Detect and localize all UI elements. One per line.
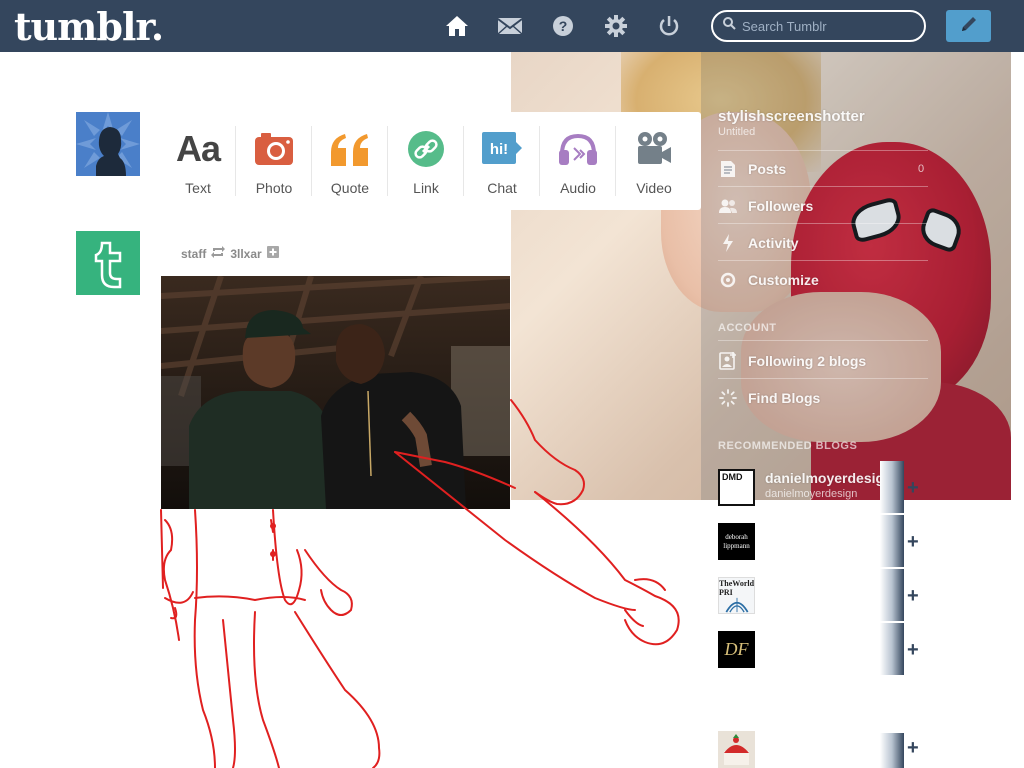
sidebar-item-activity[interactable]: Activity xyxy=(748,235,799,251)
post-type-label: Photo xyxy=(255,180,293,196)
search-input[interactable] xyxy=(742,18,912,34)
follow-blog-plus-icon[interactable]: + xyxy=(907,640,919,660)
sidebar-item-customize[interactable]: Customize xyxy=(748,272,819,288)
posts-count: 0 xyxy=(918,163,925,175)
followers-icon xyxy=(719,197,737,215)
customize-icon xyxy=(719,271,737,289)
camera-icon xyxy=(255,130,293,168)
blog-name-link[interactable]: stylishscreenshotter xyxy=(718,108,865,125)
tumblr-logo[interactable]: tumblr. xyxy=(14,4,164,49)
post-type-label: Video xyxy=(636,180,672,196)
post-type-label: Text xyxy=(185,180,211,196)
chat-bubble-icon: hi! xyxy=(482,130,522,168)
divider xyxy=(718,186,928,187)
post-author-link[interactable]: staff xyxy=(181,247,206,261)
recommended-blog-avatar[interactable] xyxy=(718,731,755,768)
post-type-composer: Aa Text Photo Quote Link hi! Chat Audio xyxy=(160,112,701,210)
post-type-label: Chat xyxy=(487,180,517,196)
help-icon[interactable]: ? xyxy=(549,12,577,40)
post-type-audio[interactable]: Audio xyxy=(540,112,616,210)
divider xyxy=(718,340,928,341)
divider xyxy=(718,150,928,151)
search-box[interactable] xyxy=(711,10,926,42)
divider xyxy=(718,223,928,224)
search-icon xyxy=(723,17,736,35)
plus-square-icon[interactable] xyxy=(266,246,279,261)
recommended-blog-avatar[interactable]: deborah lippmann xyxy=(718,523,755,560)
recommended-heading: RECOMMENDED BLOGS xyxy=(718,440,858,452)
quote-icon xyxy=(329,130,371,168)
find-blogs-icon xyxy=(719,389,737,407)
posts-icon xyxy=(719,160,737,178)
post-type-label: Link xyxy=(413,180,439,196)
recommended-blog-avatar[interactable]: DMD xyxy=(718,469,755,506)
sidebar-item-following[interactable]: Following 2 blogs xyxy=(748,353,866,369)
text-aa-icon: Aa xyxy=(175,128,221,169)
compose-post-button[interactable] xyxy=(946,10,991,42)
video-camera-icon xyxy=(636,130,672,168)
recommended-blog-fade xyxy=(880,623,904,675)
recommended-blog-fade xyxy=(880,569,904,621)
divider xyxy=(718,378,928,379)
pencil-icon xyxy=(959,14,979,39)
recommended-blog-fade xyxy=(880,515,904,567)
svg-text:hi!: hi! xyxy=(490,141,508,158)
post-type-chat[interactable]: hi! Chat xyxy=(464,112,540,210)
reblog-icon xyxy=(211,246,226,261)
follow-blog-plus-icon[interactable]: + xyxy=(907,478,919,498)
staff-avatar[interactable] xyxy=(76,231,140,295)
svg-text:?: ? xyxy=(559,18,568,34)
post-type-quote[interactable]: Quote xyxy=(312,112,388,210)
recommended-blog-fade xyxy=(880,461,904,513)
recommended-blog-avatar[interactable]: TheWorld PRI xyxy=(718,577,755,614)
following-icon xyxy=(719,352,737,370)
link-icon xyxy=(407,130,445,168)
headphones-icon xyxy=(558,130,598,168)
recommended-blog-url: danielmoyerdesign xyxy=(765,488,858,500)
follow-blog-plus-icon[interactable]: + xyxy=(907,532,919,552)
sidebar-item-posts[interactable]: Posts xyxy=(748,161,786,177)
settings-gear-icon[interactable] xyxy=(602,12,630,40)
post-type-video[interactable]: Video xyxy=(616,112,692,210)
account-heading: ACCOUNT xyxy=(718,322,777,334)
recommended-blog-fade xyxy=(880,733,904,768)
top-navigation-bar: tumblr. ? xyxy=(0,0,1024,52)
home-icon[interactable] xyxy=(443,12,471,40)
power-icon[interactable] xyxy=(655,12,683,40)
post-header: staff 3llxar xyxy=(181,246,279,261)
sidebar-item-find-blogs[interactable]: Find Blogs xyxy=(748,390,820,406)
red-doodle-drawing xyxy=(160,399,680,768)
recommended-blog-name[interactable]: danielmoyerdesign xyxy=(765,470,893,486)
mail-icon[interactable] xyxy=(496,12,524,40)
blog-subtitle: Untitled xyxy=(718,126,756,138)
follow-blog-plus-icon[interactable]: + xyxy=(907,586,919,606)
post-type-photo[interactable]: Photo xyxy=(236,112,312,210)
reblogged-from-link[interactable]: 3llxar xyxy=(230,247,261,261)
sidebar-item-followers[interactable]: Followers xyxy=(748,198,813,214)
follow-blog-plus-icon[interactable]: + xyxy=(907,738,919,758)
user-avatar[interactable] xyxy=(76,112,140,176)
post-type-label: Audio xyxy=(560,180,596,196)
post-type-link[interactable]: Link xyxy=(388,112,464,210)
recommended-blog-avatar[interactable]: DF xyxy=(718,631,755,668)
post-type-label: Quote xyxy=(330,180,370,196)
post-type-text[interactable]: Aa Text xyxy=(160,112,236,210)
activity-icon xyxy=(719,234,737,252)
divider xyxy=(718,260,928,261)
